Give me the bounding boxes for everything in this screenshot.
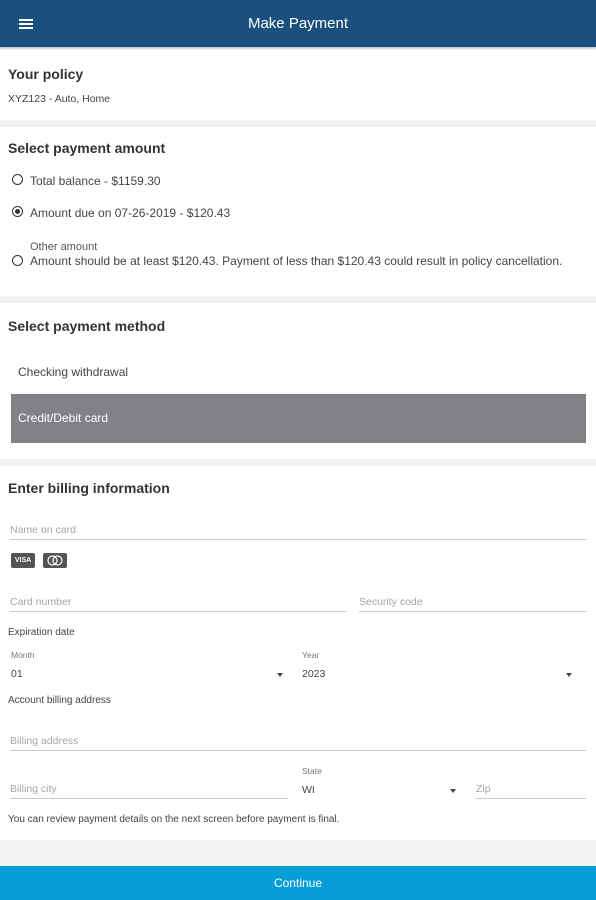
other-amount-note: Amount should be at least $120.43. Payme… xyxy=(30,254,563,268)
mastercard-icon xyxy=(43,553,67,568)
dropdown-caret-icon xyxy=(566,673,572,677)
year-select[interactable]: 2023 xyxy=(302,666,572,684)
month-select[interactable]: 01 xyxy=(11,666,283,684)
zip-input[interactable] xyxy=(476,783,586,795)
billing-address-label: Account billing address xyxy=(8,695,111,706)
billing-city-field[interactable] xyxy=(10,779,288,799)
security-code-field[interactable] xyxy=(359,592,586,612)
year-label: Year xyxy=(302,650,320,660)
policy-text: XYZ123 - Auto, Home xyxy=(8,93,111,105)
total-balance-label: Total balance - $1159.30 xyxy=(30,174,161,188)
month-value: 01 xyxy=(11,668,23,680)
billing-address-input[interactable] xyxy=(10,735,586,747)
payment-method-section: Select payment method Checking withdrawa… xyxy=(0,303,596,459)
amount-due-label: Amount due on 07-26-2019 - $120.43 xyxy=(30,206,231,220)
expiration-date-label: Expiration date xyxy=(8,627,75,638)
billing-address-field[interactable] xyxy=(10,731,586,751)
radio-button-selected[interactable] xyxy=(12,206,23,217)
name-on-card-field[interactable] xyxy=(10,520,586,540)
credit-debit-card-option[interactable]: Credit/Debit card xyxy=(11,394,586,443)
accepted-cards: VISA xyxy=(11,553,67,568)
page-title: Make Payment xyxy=(247,15,349,32)
other-amount-label: Other amount xyxy=(30,241,98,253)
state-select[interactable]: WI xyxy=(302,782,456,800)
name-on-card-input[interactable] xyxy=(10,524,586,536)
checking-withdrawal-option[interactable]: Checking withdrawal xyxy=(11,352,586,392)
month-label: Month xyxy=(11,650,35,660)
visa-icon: VISA xyxy=(11,553,35,568)
amount-due-option[interactable]: Amount due on 07-26-2019 - $120.43 xyxy=(12,206,230,221)
policy-section: Your policy XYZ123 - Auto, Home xyxy=(0,50,596,120)
payment-amount-section: Select payment amount Total balance - $1… xyxy=(0,127,596,296)
dropdown-caret-icon xyxy=(277,673,283,677)
policy-title: Your policy xyxy=(8,66,84,82)
review-note: You can review payment details on the ne… xyxy=(8,814,340,825)
total-balance-option[interactable]: Total balance - $1159.30 xyxy=(12,174,161,189)
year-value: 2023 xyxy=(302,668,326,680)
state-value: WI xyxy=(302,784,315,796)
security-code-input[interactable] xyxy=(359,596,586,608)
app-header: Make Payment xyxy=(0,0,596,47)
dropdown-caret-icon xyxy=(450,789,456,793)
state-label: State xyxy=(302,766,322,776)
payment-amount-title: Select payment amount xyxy=(8,140,166,156)
payment-method-title: Select payment method xyxy=(8,318,166,334)
radio-button[interactable] xyxy=(12,255,23,266)
radio-button[interactable] xyxy=(12,174,23,185)
billing-section: Enter billing information VISA Expiratio… xyxy=(0,466,596,840)
billing-title: Enter billing information xyxy=(8,480,170,496)
continue-button[interactable]: Continue xyxy=(0,866,596,900)
card-number-input[interactable] xyxy=(10,596,346,608)
billing-city-input[interactable] xyxy=(10,783,288,795)
zip-field[interactable] xyxy=(476,779,586,799)
other-amount-option[interactable]: Other amount Amount should be at least $… xyxy=(12,240,572,268)
card-number-field[interactable] xyxy=(10,592,346,612)
